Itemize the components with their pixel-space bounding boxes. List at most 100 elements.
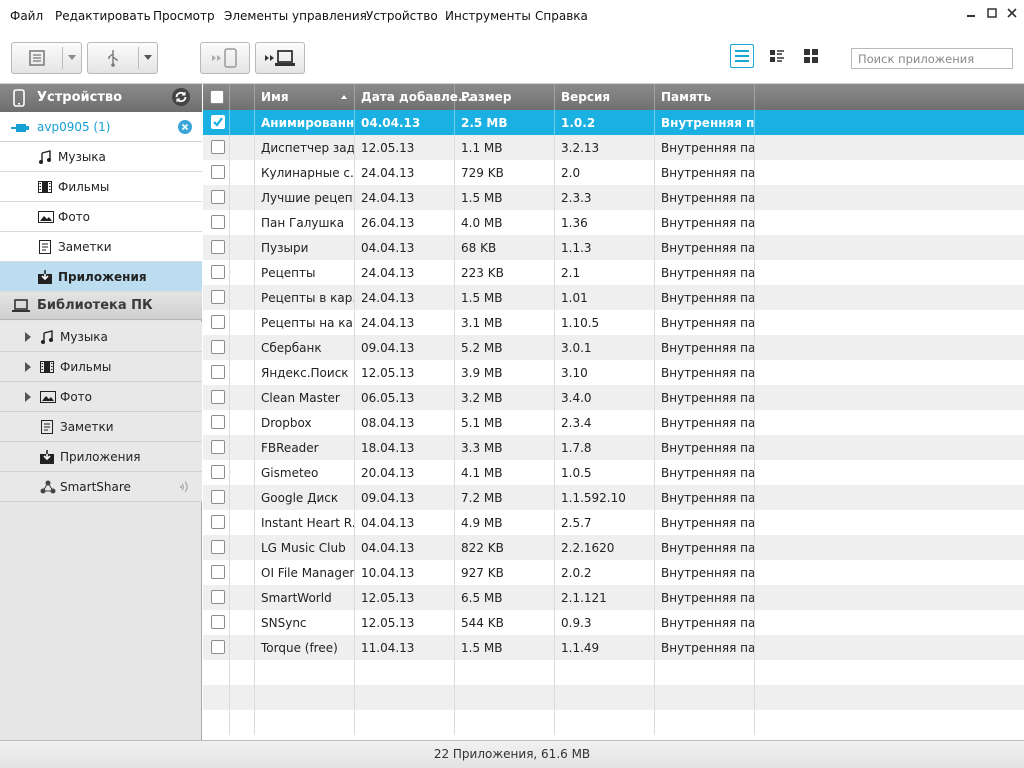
table-row[interactable]: FBReader 18.04.13 3.3 MB 1.7.8 Внутренняя па… (203, 435, 1024, 460)
row-checkbox[interactable] (211, 290, 225, 304)
table-row[interactable]: Google Диск 09.04.13 7.2 MB 1.1.592.10 Внутр… (203, 485, 1024, 510)
row-checkbox[interactable] (211, 615, 225, 629)
table-row[interactable]: OI File Manager 10.04.13 927 KB 2.0.2 Внутре… (203, 560, 1024, 585)
cell-spacer (230, 585, 255, 610)
cell-storage: Внутренняя па... (655, 135, 755, 160)
status-bar: 22 Приложения, 61.6 MB (0, 740, 1024, 768)
connection-menu-button[interactable] (87, 42, 158, 74)
cell-storage: Внутренняя па... (655, 560, 755, 585)
menu-device[interactable]: Устройство (366, 9, 438, 23)
table-row[interactable]: Gismeteo 20.04.13 4.1 MB 1.0.5 Внутренняя па… (203, 460, 1024, 485)
expand-arrow-icon[interactable] (25, 332, 31, 342)
sidebar-item-library-music[interactable]: Музыка (0, 322, 202, 352)
cell-size: 3.9 MB (455, 360, 555, 385)
row-checkbox[interactable] (211, 390, 225, 404)
table-row[interactable]: Лучшие рецеп... 24.04.13 1.5 MB 2.3.3 Внутре… (203, 185, 1024, 210)
row-checkbox[interactable] (211, 140, 225, 154)
table-row[interactable]: Пузыри04.04.1368 KB1.1.3Внутренняя па... (203, 235, 1024, 260)
minimize-icon[interactable] (964, 8, 978, 22)
table-row[interactable]: LG Music Club 04.04.13 822 KB 2.2.1620 Внутр… (203, 535, 1024, 560)
sidebar-item-library-notes[interactable]: Заметки (0, 412, 202, 442)
menu-tools[interactable]: Инструменты (445, 9, 531, 23)
row-checkbox[interactable] (211, 340, 225, 354)
cell-checkbox (203, 285, 230, 310)
sidebar-item-device-notes[interactable]: Заметки (0, 232, 202, 262)
menu-help[interactable]: Справка (535, 9, 588, 23)
transfer-to-pc-button[interactable] (255, 42, 305, 74)
column-header-storage[interactable]: Память (655, 84, 755, 110)
expand-arrow-icon[interactable] (25, 392, 31, 402)
sidebar-item-device-apps[interactable]: Приложения (0, 262, 202, 292)
column-header-size[interactable]: Размер (455, 84, 555, 110)
row-checkbox[interactable] (211, 415, 225, 429)
detail-view-icon[interactable] (765, 44, 789, 68)
cell-size: 1.1 MB (455, 135, 555, 160)
connected-device-item[interactable]: avp0905 (1) (0, 112, 202, 142)
close-icon[interactable] (1005, 8, 1019, 22)
table-row[interactable]: Яндекс.Поиск 12.05.13 3.9 MB 3.10 Внутренняя… (203, 360, 1024, 385)
row-checkbox[interactable] (211, 265, 225, 279)
table-row[interactable]: Кулинарные с... 24.04.13 729 KB 2.0 Внутренн… (203, 160, 1024, 185)
table-row[interactable]: Torque (free) 11.04.13 1.5 MB 1.1.49 Внутрен… (203, 635, 1024, 660)
refresh-icon[interactable] (171, 87, 191, 111)
table-row[interactable]: Dropbox08.04.135.1 MB2.3.4Внутренняя па.… (203, 410, 1024, 435)
device-section-header[interactable]: Устройство (0, 84, 202, 112)
sidebar-item-device-films[interactable]: Фильмы (0, 172, 202, 202)
disconnect-icon[interactable] (178, 120, 192, 137)
row-checkbox[interactable] (211, 565, 225, 579)
select-all-checkbox[interactable] (210, 90, 224, 104)
sidebar-item-library-smartshare[interactable]: SmartShare (0, 472, 202, 502)
row-checkbox[interactable] (211, 465, 225, 479)
row-checkbox[interactable] (211, 115, 225, 129)
menu-view[interactable]: Просмотр (153, 9, 215, 23)
row-checkbox[interactable] (211, 365, 225, 379)
table-row[interactable]: Пан Галушка 26.04.13 4.0 MB 1.36 Внутренняя … (203, 210, 1024, 235)
table-row[interactable]: SmartWorld 12.05.13 6.5 MB 2.1.121 Внутрення… (203, 585, 1024, 610)
table-row[interactable]: SNSync12.05.13544 KB0.9.3Внутренняя па..… (203, 610, 1024, 635)
table-row[interactable]: Анимированн...04.04.132.5 MB1.0.2Внутрен… (203, 110, 1024, 135)
row-checkbox[interactable] (211, 240, 225, 254)
table-row[interactable]: Диспетчер задач12.05.131.1 MB3.2.13Внутр… (203, 135, 1024, 160)
cell-spacer (230, 435, 255, 460)
row-checkbox[interactable] (211, 215, 225, 229)
sidebar-item-device-music[interactable]: Музыка (0, 142, 202, 172)
menu-file[interactable]: Файл (10, 9, 43, 23)
column-header-version[interactable]: Версия (555, 84, 655, 110)
row-checkbox[interactable] (211, 315, 225, 329)
column-header-name[interactable]: Имя (255, 84, 355, 110)
chevron-down-icon[interactable] (139, 43, 157, 73)
column-header-date[interactable]: Дата добавле... (355, 84, 472, 110)
row-checkbox[interactable] (211, 590, 225, 604)
library-section-header[interactable]: Библиотека ПК (0, 292, 202, 320)
chevron-down-icon[interactable] (63, 43, 81, 73)
table-row[interactable]: Clean Master 06.05.13 3.2 MB 3.4.0 Внутрення… (203, 385, 1024, 410)
menu-controls[interactable]: Элементы управления (224, 9, 367, 23)
grid-view-icon[interactable] (799, 44, 823, 68)
maximize-icon[interactable] (985, 8, 999, 22)
table-row[interactable]: Рецепты на ка... 24.04.13 3.1 MB 1.10.5 Внут… (203, 310, 1024, 335)
row-checkbox[interactable] (211, 165, 225, 179)
list-view-icon[interactable] (730, 44, 754, 68)
transfer-to-device-button[interactable] (200, 42, 250, 74)
sidebar: Устройство avp0905 (1) Музыка Фильмы Фот… (0, 84, 202, 740)
table-row[interactable]: Сбербанк 09.04.13 5.2 MB 3.0.1 Внутренняя па… (203, 335, 1024, 360)
expand-arrow-icon[interactable] (25, 362, 31, 372)
cell-version: 1.10.5 (555, 310, 655, 335)
row-checkbox[interactable] (211, 640, 225, 654)
table-row[interactable]: Рецепты24.04.13223 KB2.1Внутренняя па... (203, 260, 1024, 285)
menu-edit[interactable]: Редактировать (55, 9, 151, 23)
sidebar-item-library-films[interactable]: Фильмы (0, 352, 202, 382)
row-checkbox[interactable] (211, 440, 225, 454)
search-input[interactable] (851, 48, 1013, 69)
sidebar-item-device-photo[interactable]: Фото (0, 202, 202, 232)
table-row[interactable]: Instant Heart R... 04.04.13 4.9 MB 2.5.7 Вну… (203, 510, 1024, 535)
sidebar-item-library-apps[interactable]: Приложения (0, 442, 202, 472)
device-menu-button[interactable] (11, 42, 82, 74)
row-checkbox[interactable] (211, 490, 225, 504)
row-checkbox[interactable] (211, 540, 225, 554)
table-row[interactable]: Рецепты в кар... 24.04.13 1.5 MB 1.01 Внутре… (203, 285, 1024, 310)
cell-name: Clean Master (255, 385, 355, 410)
row-checkbox[interactable] (211, 190, 225, 204)
row-checkbox[interactable] (211, 515, 225, 529)
sidebar-item-library-photo[interactable]: Фото (0, 382, 202, 412)
